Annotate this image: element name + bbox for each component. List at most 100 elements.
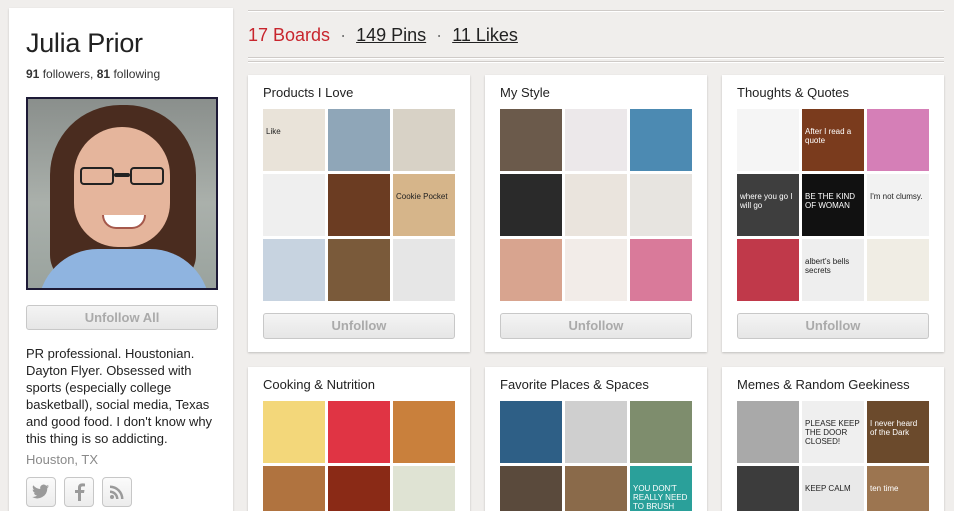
twitter-bird-icon — [32, 484, 49, 499]
pin-thumbnail[interactable] — [263, 401, 325, 463]
pin-thumbnail[interactable]: After I read a quote — [802, 109, 864, 171]
pin-thumbnail-text: albert's bells secrets — [805, 257, 850, 275]
pin-thumbnail[interactable] — [565, 401, 627, 463]
pin-thumbnail[interactable] — [565, 174, 627, 236]
pin-thumbnail[interactable] — [500, 401, 562, 463]
pin-thumbnail[interactable] — [393, 466, 455, 511]
board-title[interactable]: Favorite Places & Spaces — [500, 377, 649, 392]
pin-thumbnail-text: Like — [266, 127, 281, 136]
pin-thumbnail[interactable] — [328, 239, 390, 301]
tab-pins[interactable]: 149 Pins — [356, 25, 426, 45]
tab-separator: · — [436, 25, 443, 45]
pin-thumbnail[interactable] — [263, 466, 325, 511]
pin-thumbnail[interactable] — [737, 466, 799, 511]
board-thumbnails: Like Cookie Pocket — [263, 109, 455, 301]
board-card[interactable]: Cooking & Nutrition — [248, 367, 470, 511]
twitter-button[interactable] — [26, 477, 56, 507]
board-title[interactable]: Cooking & Nutrition — [263, 377, 375, 392]
board-title[interactable]: Memes & Random Geekiness — [737, 377, 910, 392]
board-card[interactable]: My Style Unfollow — [485, 75, 707, 352]
pin-thumbnail[interactable] — [263, 239, 325, 301]
board-unfollow-button[interactable]: Unfollow — [500, 313, 692, 339]
board-card[interactable]: Products I Love Like Cookie Pocket Unfollow — [248, 75, 470, 352]
pin-thumbnail[interactable] — [328, 466, 390, 511]
pin-thumbnail[interactable] — [565, 466, 627, 511]
pin-thumbnail[interactable] — [500, 109, 562, 171]
pin-thumbnail[interactable] — [737, 239, 799, 301]
rss-icon — [110, 485, 124, 499]
pin-thumbnail[interactable]: PLEASE KEEP THE DOOR CLOSED! — [802, 401, 864, 463]
pin-thumbnail[interactable]: YOU DON'T REALLY NEED TO BRUSH — [630, 466, 692, 511]
tab-boards[interactable]: 17 Boards — [248, 25, 330, 45]
pin-thumbnail[interactable] — [500, 466, 562, 511]
follow-stats: 91 followers, 81 following — [26, 67, 160, 81]
pin-thumbnail[interactable] — [630, 239, 692, 301]
profile-avatar — [26, 97, 218, 290]
board-thumbnails: After I read a quote where you go I will … — [737, 109, 929, 301]
pin-thumbnail-text: After I read a quote — [805, 127, 852, 145]
board-unfollow-button[interactable]: Unfollow — [263, 313, 455, 339]
pin-thumbnail[interactable] — [737, 109, 799, 171]
board-thumbnails: PLEASE KEEP THE DOOR CLOSED! I never hear… — [737, 401, 929, 511]
pin-thumbnail-text: I never heard of the Dark — [870, 419, 918, 437]
board-title[interactable]: Thoughts & Quotes — [737, 85, 849, 100]
board-thumbnails — [500, 109, 692, 301]
pin-thumbnail-text: BE THE KIND OF WOMAN — [805, 192, 856, 210]
unfollow-all-button[interactable]: Unfollow All — [26, 305, 218, 330]
board-card[interactable]: Favorite Places & Spaces YOU DON'T REALLY… — [485, 367, 707, 511]
board-card[interactable]: Thoughts & Quotes After I read a quote whe… — [722, 75, 944, 352]
pin-thumbnail[interactable] — [867, 239, 929, 301]
pin-thumbnail[interactable] — [500, 239, 562, 301]
pin-thumbnail[interactable] — [867, 109, 929, 171]
board-card[interactable]: Memes & Random Geekiness PLEASE KEEP THE … — [722, 367, 944, 511]
pin-thumbnail[interactable] — [630, 109, 692, 171]
facebook-button[interactable] — [64, 477, 94, 507]
pin-thumbnail[interactable] — [565, 239, 627, 301]
pin-thumbnail[interactable]: ten time — [867, 466, 929, 511]
tab-separator: · — [340, 25, 347, 45]
pin-thumbnail[interactable] — [737, 401, 799, 463]
pin-thumbnail-text: ten time — [870, 484, 899, 493]
pin-thumbnail[interactable] — [630, 174, 692, 236]
header-divider-bottom — [248, 57, 944, 59]
followers-count[interactable]: 91 — [26, 67, 39, 81]
pin-thumbnail[interactable] — [393, 109, 455, 171]
pin-thumbnail[interactable] — [565, 109, 627, 171]
pin-thumbnail[interactable] — [500, 174, 562, 236]
pin-thumbnail[interactable]: BE THE KIND OF WOMAN — [802, 174, 864, 236]
profile-name: Julia Prior — [26, 28, 143, 58]
board-title[interactable]: My Style — [500, 85, 550, 100]
followers-label[interactable]: followers, — [43, 67, 94, 81]
following-label[interactable]: following — [113, 67, 160, 81]
pin-thumbnail[interactable]: where you go I will go — [737, 174, 799, 236]
pin-thumbnail[interactable]: albert's bells secrets — [802, 239, 864, 301]
rss-button[interactable] — [102, 477, 132, 507]
pin-thumbnail[interactable] — [630, 401, 692, 463]
pin-thumbnail[interactable]: Cookie Pocket — [393, 174, 455, 236]
profile-tabs: 17 Boards · 149 Pins · 11 Likes — [248, 25, 518, 46]
pin-thumbnail[interactable] — [328, 174, 390, 236]
profile-sidebar: Julia Prior 91 followers, 81 following U… — [9, 8, 233, 511]
profile-bio: PR professional. Houstonian. Dayton Flye… — [26, 346, 213, 446]
pin-thumbnail[interactable] — [263, 174, 325, 236]
pin-thumbnail[interactable]: I never heard of the Dark — [867, 401, 929, 463]
pin-thumbnail[interactable] — [393, 239, 455, 301]
pin-thumbnail[interactable] — [328, 401, 390, 463]
facebook-icon — [75, 483, 85, 501]
board-title[interactable]: Products I Love — [263, 85, 353, 100]
profile-location: Houston, TX — [26, 452, 99, 467]
board-unfollow-button[interactable]: Unfollow — [737, 313, 929, 339]
header-divider-bottom-2 — [248, 61, 944, 63]
pin-thumbnail[interactable] — [393, 401, 455, 463]
tab-likes[interactable]: 11 Likes — [452, 25, 518, 45]
pin-thumbnail[interactable] — [328, 109, 390, 171]
board-thumbnails — [263, 401, 455, 511]
social-links — [26, 477, 132, 507]
pin-thumbnail[interactable]: KEEP CALM — [802, 466, 864, 511]
pin-thumbnail-text: where you go I will go — [740, 192, 793, 210]
pin-thumbnail-text: PLEASE KEEP THE DOOR CLOSED! — [805, 419, 860, 446]
pin-thumbnail[interactable]: Like — [263, 109, 325, 171]
following-count[interactable]: 81 — [97, 67, 110, 81]
pin-thumbnail-text: I'm not clumsy. — [870, 192, 923, 201]
pin-thumbnail[interactable]: I'm not clumsy. — [867, 174, 929, 236]
